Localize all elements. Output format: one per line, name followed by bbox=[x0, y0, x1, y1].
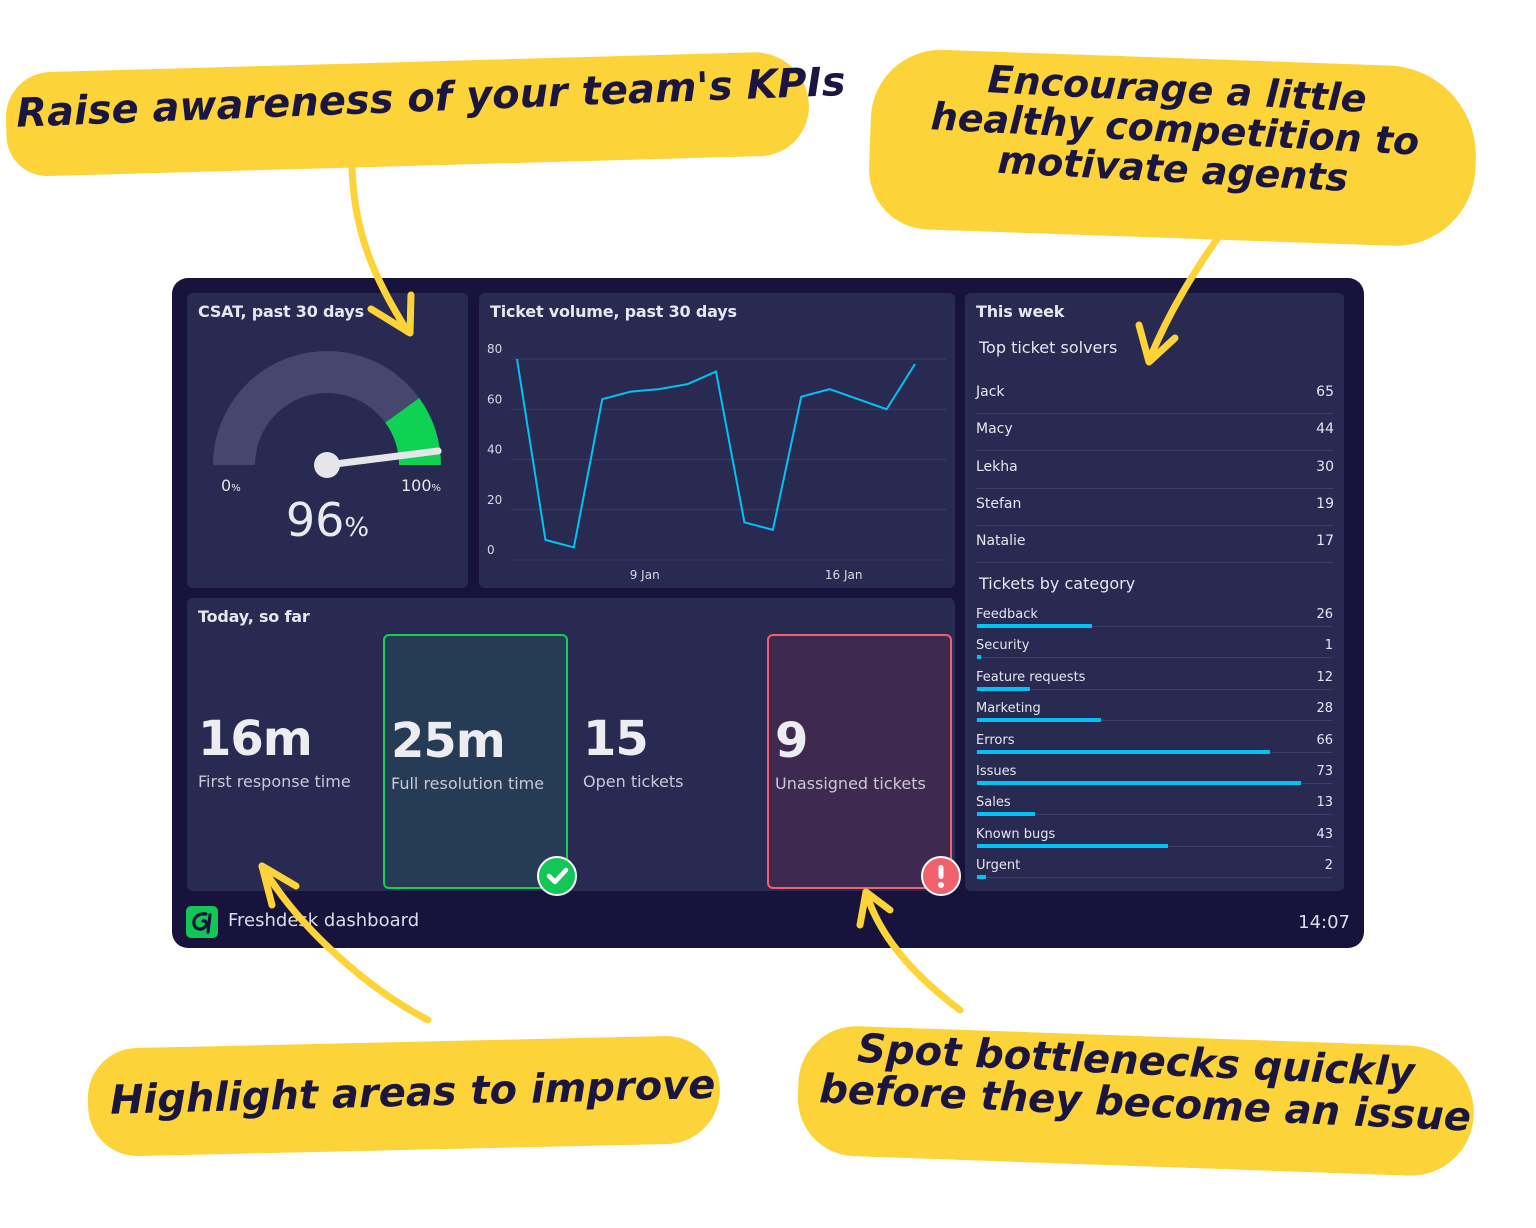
category-name: Issues bbox=[976, 764, 1017, 779]
category-name: Errors bbox=[976, 732, 1015, 748]
category-name: Marketing bbox=[976, 701, 1041, 717]
category-count: 1 bbox=[1324, 638, 1333, 654]
category-count: 12 bbox=[1316, 669, 1333, 685]
category-bar bbox=[977, 843, 1168, 848]
category-bar bbox=[977, 686, 1031, 691]
solver-row: Lekha 30 bbox=[976, 451, 1334, 489]
category-bar bbox=[977, 781, 1301, 785]
kpi-open-tickets: 15 Open tickets bbox=[583, 633, 763, 886]
kpi-value: 9 bbox=[775, 713, 808, 769]
today-title: Today, so far bbox=[198, 607, 310, 626]
category-row: Feedback 26 bbox=[976, 607, 1333, 638]
solver-count: 17 bbox=[1316, 533, 1334, 550]
csat-panel: CSAT, past 30 days 0% 100% 96% bbox=[187, 293, 468, 588]
category-name: Sales bbox=[976, 795, 1011, 811]
category-row: Issues 73 bbox=[976, 764, 1333, 795]
solver-name: Natalie bbox=[976, 533, 1026, 550]
category-count: 43 bbox=[1316, 826, 1333, 842]
solver-name: Jack bbox=[976, 384, 1005, 400]
x-tick-label: 16 Jan bbox=[825, 568, 863, 582]
kpi-value: 15 bbox=[583, 711, 649, 767]
category-name: Feedback bbox=[976, 607, 1038, 622]
clock: 14:07 bbox=[1298, 912, 1350, 933]
category-count: 13 bbox=[1316, 795, 1333, 811]
y-tick-label: 40 bbox=[487, 443, 502, 457]
x-tick-label: 9 Jan bbox=[630, 568, 660, 582]
kpi-label: Full resolution time bbox=[391, 774, 545, 793]
y-tick-label: 0 bbox=[487, 543, 495, 557]
category-count: 26 bbox=[1316, 607, 1333, 622]
y-tick-label: 60 bbox=[487, 392, 502, 406]
category-track bbox=[976, 657, 1333, 659]
gauge-hub bbox=[314, 452, 340, 478]
category-row: Urgent 2 bbox=[976, 858, 1333, 889]
category-bar bbox=[977, 624, 1093, 628]
category-row: Security 1 bbox=[976, 638, 1333, 669]
kpi-full-resolution: 25m Full resolution time bbox=[383, 634, 577, 896]
series-line-tickets bbox=[516, 358, 916, 549]
solver-name: Stefan bbox=[976, 495, 1022, 512]
solver-count: 19 bbox=[1316, 495, 1334, 512]
dashboard-frame: CSAT, past 30 days 0% 100% 96% Ticket vo… bbox=[172, 278, 1364, 948]
solver-name: Lekha bbox=[976, 458, 1018, 475]
ticket-volume-panel: Ticket volume, past 30 days 0 20 40 60 80 9 J… bbox=[479, 293, 955, 588]
kpi-value: 16m bbox=[198, 711, 313, 767]
this-week-title: This week bbox=[976, 302, 1065, 321]
category-name: Security bbox=[976, 638, 1030, 654]
alert-icon bbox=[921, 856, 961, 896]
category-name: Urgent bbox=[976, 858, 1021, 874]
kpi-first-response: 16m First response time bbox=[198, 633, 378, 886]
category-bar bbox=[977, 875, 986, 880]
solver-row: Jack 65 bbox=[976, 376, 1334, 414]
category-bar bbox=[977, 812, 1035, 817]
category-bar bbox=[977, 749, 1270, 754]
category-name: Known bugs bbox=[976, 826, 1056, 842]
today-panel: Today, so far 16m First response time 25… bbox=[187, 598, 961, 896]
solver-row: Stefan 19 bbox=[976, 488, 1334, 526]
category-track bbox=[976, 877, 1333, 879]
categories-heading: Tickets by category bbox=[979, 574, 1136, 593]
category-count: 28 bbox=[1316, 701, 1333, 717]
footer-title: Freshdesk dashboard bbox=[228, 910, 420, 931]
category-bar bbox=[977, 718, 1102, 723]
category-name: Feature requests bbox=[976, 669, 1086, 685]
category-row: Feature requests 12 bbox=[976, 670, 1333, 701]
solver-row: Natalie 17 bbox=[976, 525, 1334, 564]
freshdesk-logo-icon bbox=[186, 906, 218, 938]
this-week-panel: This week Top ticket solvers Jack 65 Macy 4… bbox=[965, 293, 1344, 891]
top-solvers-heading: Top ticket solvers bbox=[979, 338, 1118, 357]
category-row: Errors 66 bbox=[976, 733, 1333, 764]
solver-count: 65 bbox=[1316, 384, 1334, 400]
solver-count: 30 bbox=[1316, 458, 1334, 475]
category-row: Known bugs 43 bbox=[976, 827, 1333, 858]
y-tick-label: 20 bbox=[487, 493, 502, 507]
gauge-track bbox=[213, 351, 420, 465]
category-row: Marketing 28 bbox=[976, 701, 1333, 732]
ticket-volume-chart: 0 20 40 60 80 9 Jan 16 Jan bbox=[487, 342, 946, 582]
solver-row: Macy 44 bbox=[976, 413, 1334, 452]
kpi-value: 25m bbox=[391, 713, 506, 769]
csat-value: 96% bbox=[285, 493, 370, 547]
check-icon bbox=[537, 856, 577, 896]
category-row: Sales 13 bbox=[976, 795, 1333, 826]
kpi-label: Open tickets bbox=[583, 772, 684, 791]
kpi-label: Unassigned tickets bbox=[775, 774, 926, 793]
kpi-unassigned-tickets: 9 Unassigned tickets bbox=[767, 634, 961, 896]
category-count: 66 bbox=[1316, 732, 1333, 748]
solver-name: Macy bbox=[976, 421, 1013, 438]
y-tick-label: 80 bbox=[487, 342, 502, 356]
solver-count: 44 bbox=[1316, 421, 1334, 438]
category-bar bbox=[977, 655, 982, 660]
kpi-label: First response time bbox=[198, 772, 351, 791]
category-count: 73 bbox=[1316, 764, 1333, 779]
category-count: 2 bbox=[1324, 858, 1333, 874]
